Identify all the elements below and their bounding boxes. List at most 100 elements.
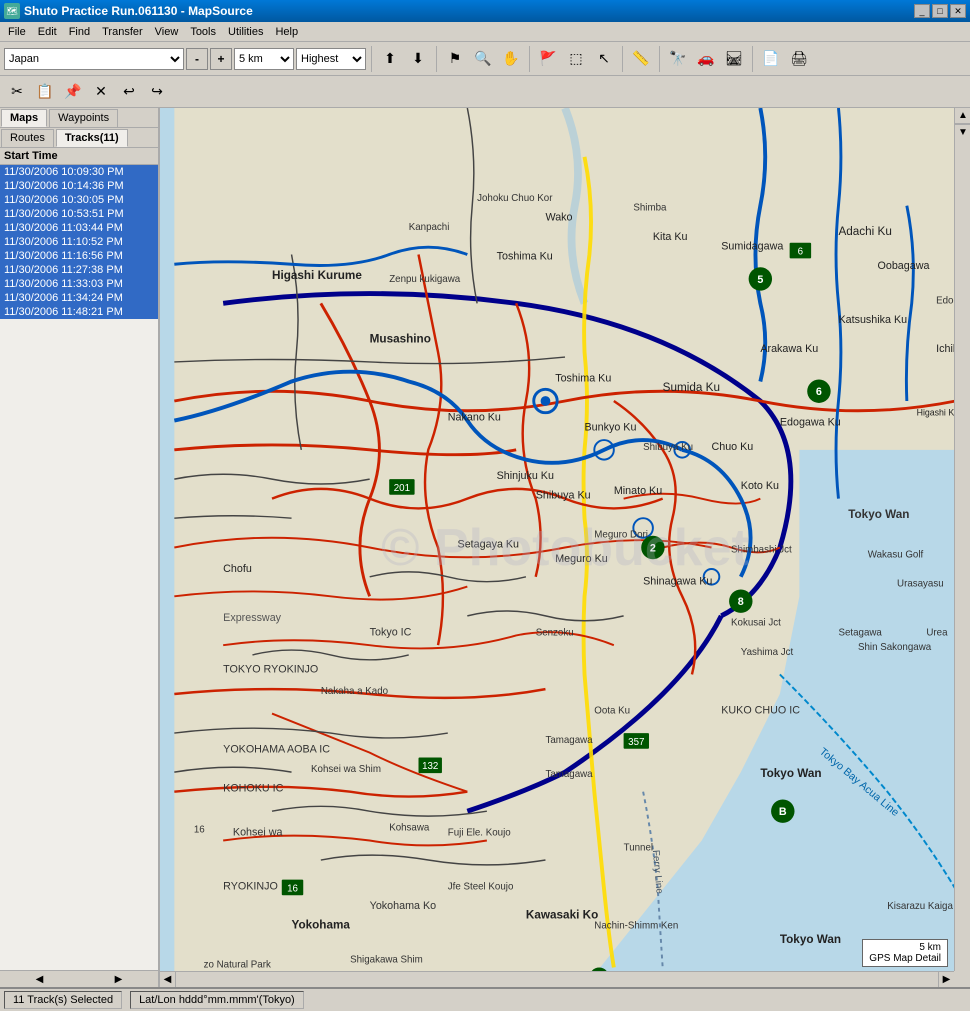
menu-item-tools[interactable]: Tools: [184, 24, 222, 40]
svg-text:Senzoku: Senzoku: [536, 627, 574, 638]
paste-button[interactable]: 📌: [60, 79, 86, 105]
svg-text:Shibuya Ku: Shibuya Ku: [643, 442, 693, 453]
tab-tracks[interactable]: Tracks(11): [56, 129, 128, 147]
map-hscroll[interactable]: ◀ ▶: [160, 971, 954, 987]
svg-text:YOKOHAMA AOBA IC: YOKOHAMA AOBA IC: [223, 744, 330, 756]
svg-text:Tunnel: Tunnel: [624, 842, 653, 853]
column-header: Start Time: [0, 148, 158, 165]
track-row[interactable]: 11/30/2006 11:33:03 PM: [0, 277, 158, 291]
svg-text:Wakasu Golf: Wakasu Golf: [868, 549, 924, 560]
tabs-row2: Routes Tracks(11): [0, 128, 158, 148]
svg-text:Shimbashi Jct: Shimbashi Jct: [731, 544, 792, 555]
scroll-right-button[interactable]: ▶: [79, 971, 158, 987]
map-region-select[interactable]: Japan: [4, 48, 184, 70]
minimize-button[interactable]: _: [914, 4, 930, 18]
app-icon: 🗺: [4, 3, 20, 19]
svg-text:Tamagawa: Tamagawa: [545, 769, 593, 780]
svg-text:Musashino: Musashino: [370, 332, 431, 345]
page-button[interactable]: 📄: [758, 46, 784, 72]
svg-text:Kawasaki Ko: Kawasaki Ko: [526, 909, 598, 922]
svg-text:Shinagawa Ku: Shinagawa Ku: [643, 576, 712, 588]
svg-text:Sumidagawa: Sumidagawa: [721, 241, 783, 253]
left-panel: Maps Waypoints Routes Tracks(11) Start T…: [0, 108, 160, 987]
new-waypoint-button[interactable]: ⚑: [442, 46, 468, 72]
delete-button[interactable]: ✕: [88, 79, 114, 105]
svg-text:Higashi Kurume: Higashi Kurume: [272, 269, 362, 282]
redo-button[interactable]: ↪: [144, 79, 170, 105]
map-container[interactable]: Tokyo Bay Acua Line Ferry Line 5 6 2 8: [160, 108, 970, 987]
track-row[interactable]: 11/30/2006 11:03:44 PM: [0, 221, 158, 235]
svg-text:Kita Ku: Kita Ku: [653, 231, 688, 243]
svg-text:Chuo Ku: Chuo Ku: [712, 441, 754, 453]
track-list[interactable]: 11/30/2006 10:09:30 PM11/30/2006 10:14:3…: [0, 165, 158, 970]
track-row[interactable]: 11/30/2006 11:10:52 PM: [0, 235, 158, 249]
track-button[interactable]: 🛤: [721, 46, 747, 72]
track-row[interactable]: 11/30/2006 11:48:21 PM: [0, 305, 158, 319]
menu-bar: FileEditFindTransferViewToolsUtilitiesHe…: [0, 22, 970, 42]
svg-text:6: 6: [798, 247, 803, 258]
undo-button[interactable]: ↩: [116, 79, 142, 105]
zoom-in-button[interactable]: +: [210, 48, 232, 70]
track-row[interactable]: 11/30/2006 11:16:56 PM: [0, 249, 158, 263]
menu-item-edit[interactable]: Edit: [32, 24, 63, 40]
detail-level-select[interactable]: Highest High Medium Low: [296, 48, 366, 70]
svg-text:B: B: [779, 806, 787, 818]
svg-text:Toshima Ku: Toshima Ku: [497, 250, 553, 262]
svg-text:Jfe Steel Koujo: Jfe Steel Koujo: [448, 881, 514, 892]
tab-maps[interactable]: Maps: [1, 109, 47, 127]
svg-text:zo Natural Park: zo Natural Park: [204, 959, 271, 970]
svg-text:Tokyo IC: Tokyo IC: [370, 626, 412, 638]
svg-text:Yokohama: Yokohama: [292, 918, 351, 931]
cut-button[interactable]: ✂: [4, 79, 30, 105]
svg-text:Edogawa Ku: Edogawa Ku: [780, 416, 841, 428]
svg-text:Johoku Chuo Kor: Johoku Chuo Kor: [477, 193, 553, 204]
tab-waypoints[interactable]: Waypoints: [49, 109, 118, 127]
copy-button[interactable]: 📋: [32, 79, 58, 105]
tab-routes[interactable]: Routes: [1, 129, 54, 147]
map-vscroll[interactable]: ▲ ▼: [954, 108, 970, 971]
track-row[interactable]: 11/30/2006 10:30:05 PM: [0, 193, 158, 207]
flag-button[interactable]: 🚩: [535, 46, 561, 72]
binoculars-button[interactable]: 🔭: [665, 46, 691, 72]
zoom-level-select[interactable]: 5 km 2 km 10 km: [234, 48, 294, 70]
track-count-status: 11 Track(s) Selected: [4, 991, 122, 1009]
menu-item-file[interactable]: File: [2, 24, 32, 40]
svg-text:Koto Ku: Koto Ku: [741, 480, 779, 492]
svg-text:Arakawa Ku: Arakawa Ku: [760, 343, 818, 355]
map-info-box: 5 km GPS Map Detail: [862, 939, 948, 967]
menu-item-utilities[interactable]: Utilities: [222, 24, 269, 40]
print-button[interactable]: 🖨: [786, 46, 812, 72]
svg-text:KUKO CHUO IC: KUKO CHUO IC: [721, 705, 800, 717]
menu-item-find[interactable]: Find: [63, 24, 96, 40]
svg-text:16: 16: [287, 883, 298, 894]
select-button[interactable]: ⬚: [563, 46, 589, 72]
zoom-out-button[interactable]: -: [186, 48, 208, 70]
menu-item-view[interactable]: View: [149, 24, 185, 40]
track-row[interactable]: 11/30/2006 10:53:51 PM: [0, 207, 158, 221]
svg-text:Setagaya Ku: Setagaya Ku: [458, 539, 520, 551]
svg-text:Shimba: Shimba: [633, 203, 667, 214]
maximize-button[interactable]: □: [932, 4, 948, 18]
close-button[interactable]: ✕: [950, 4, 966, 18]
track-row[interactable]: 11/30/2006 11:27:38 PM: [0, 263, 158, 277]
measure-button[interactable]: 📏: [628, 46, 654, 72]
toolbar2: ✂ 📋 📌 ✕ ↩ ↪: [0, 76, 970, 108]
menu-item-transfer[interactable]: Transfer: [96, 24, 149, 40]
scroll-left-button[interactable]: ◀: [0, 971, 79, 987]
status-bar: 11 Track(s) Selected Lat/Lon hddd°mm.mmm…: [0, 987, 970, 1011]
svg-text:2: 2: [650, 542, 656, 554]
svg-text:Nachin-Shimm Ken: Nachin-Shimm Ken: [594, 920, 678, 931]
track-row[interactable]: 11/30/2006 10:14:36 PM: [0, 179, 158, 193]
find-button[interactable]: 🔍: [470, 46, 496, 72]
pointer-button[interactable]: ↖: [591, 46, 617, 72]
svg-text:Adachi Ku: Adachi Ku: [838, 225, 891, 238]
track-row[interactable]: 11/30/2006 11:34:24 PM: [0, 291, 158, 305]
menu-item-help[interactable]: Help: [269, 24, 304, 40]
receive-from-device-button[interactable]: ⬇: [405, 46, 431, 72]
pan-tool-button[interactable]: ✋: [498, 46, 524, 72]
svg-text:16: 16: [194, 825, 205, 836]
transfer-to-device-button[interactable]: ⬆: [377, 46, 403, 72]
track-row[interactable]: 11/30/2006 10:09:30 PM: [0, 165, 158, 179]
car-button[interactable]: 🚗: [693, 46, 719, 72]
svg-text:Kisarazu Kaiga: Kisarazu Kaiga: [887, 901, 953, 912]
